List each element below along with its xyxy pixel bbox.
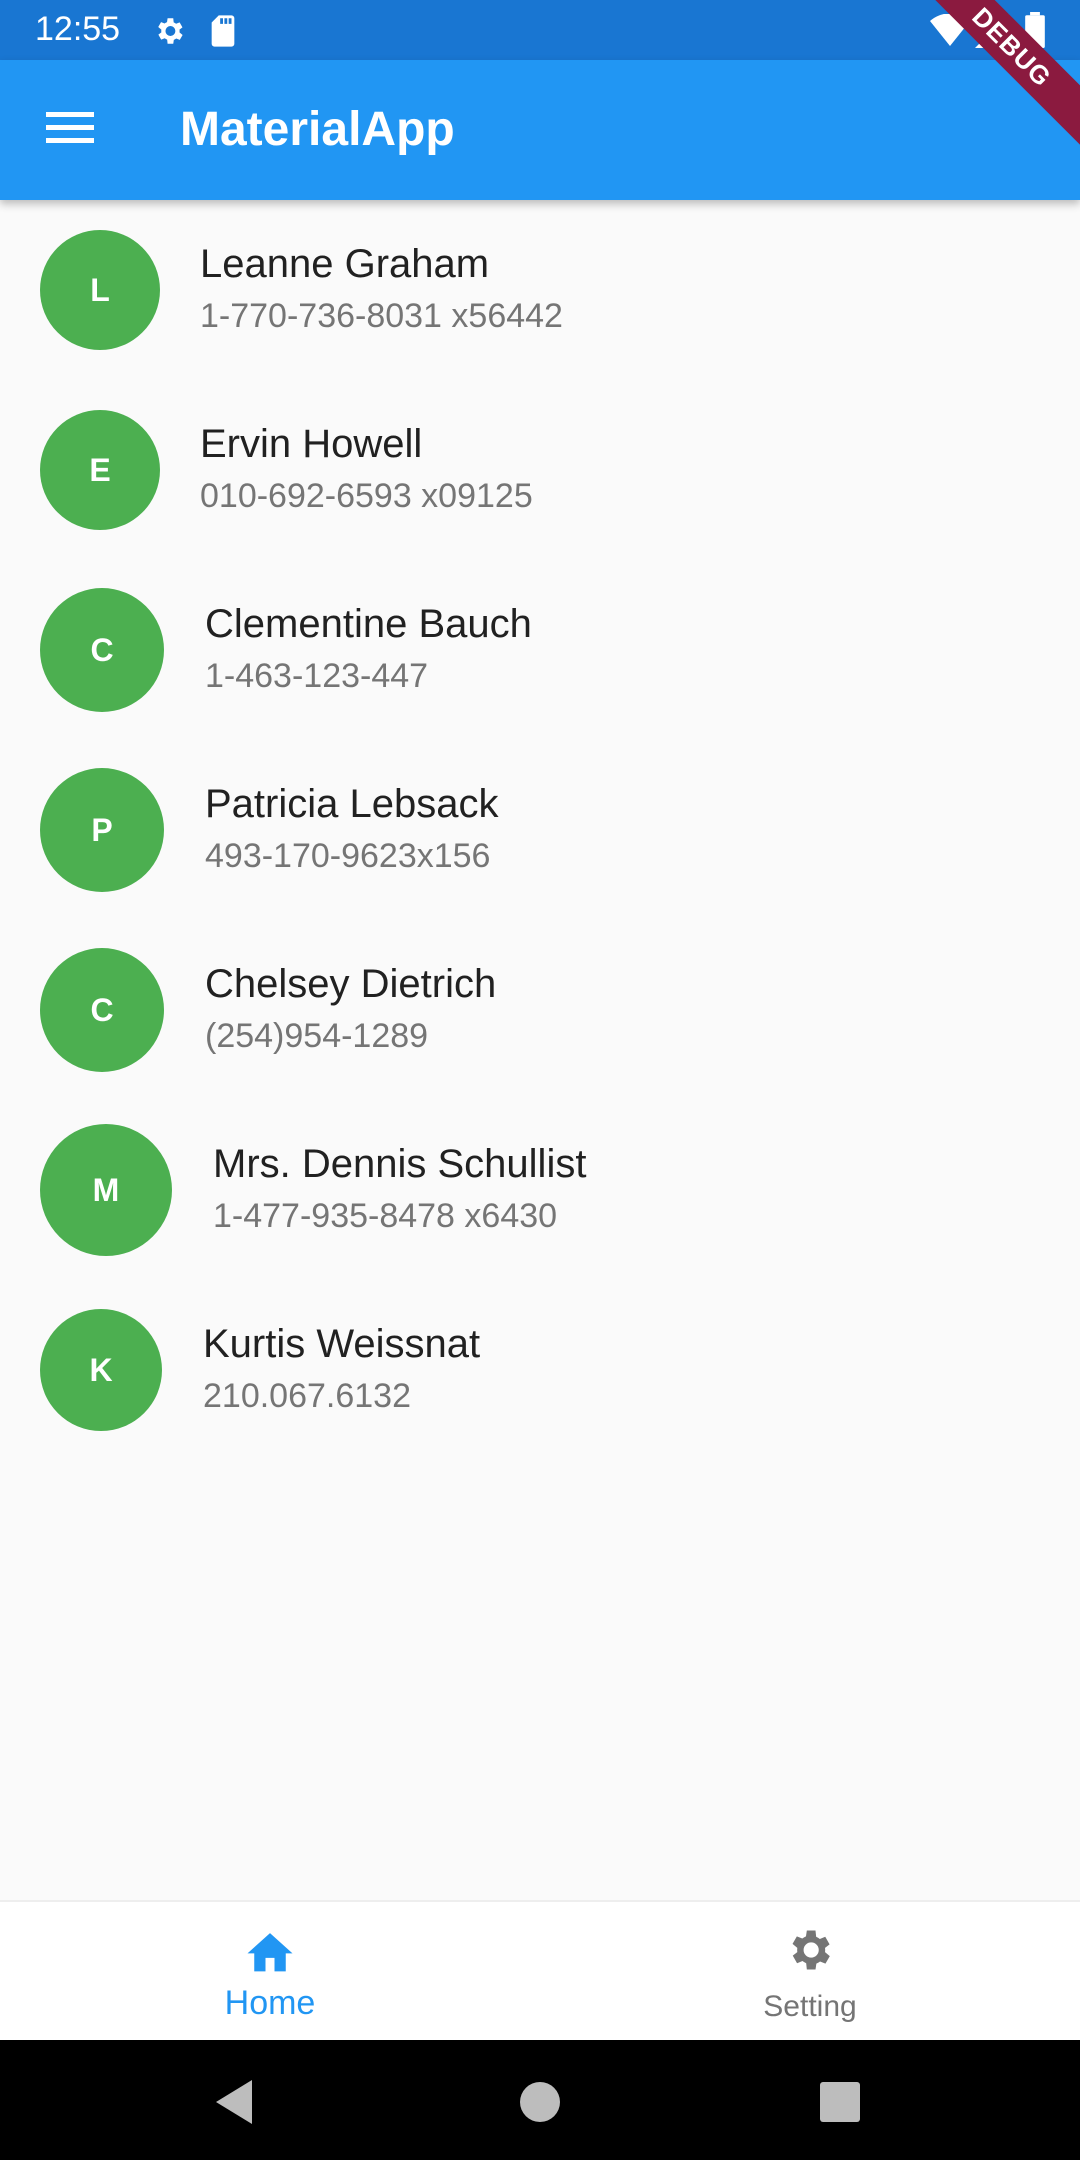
contact-phone: 1-770-736-8031 x56442: [200, 297, 563, 335]
page-title: MaterialApp: [180, 103, 455, 156]
recents-icon[interactable]: [820, 2082, 860, 2127]
contact-phone: 1-463-123-447: [205, 657, 429, 695]
menu-button[interactable]: [30, 90, 110, 170]
nav-label-setting: Setting: [763, 1990, 857, 2023]
nav-item-setting[interactable]: Setting: [540, 1902, 1080, 2042]
avatar: C: [40, 588, 164, 712]
avatar: P: [40, 768, 164, 892]
contact-name: Kurtis Weissnat: [203, 1322, 481, 1366]
back-icon[interactable]: [216, 2080, 256, 2129]
home-icon: [243, 1926, 297, 1979]
list-item[interactable]: K Kurtis Weissnat 210.067.6132: [0, 1280, 1080, 1460]
bottom-navigation: Home Setting: [0, 1900, 1080, 2040]
status-time: 12:55: [35, 10, 121, 48]
contact-phone: 210.067.6132: [203, 1377, 411, 1415]
contact-name: Mrs. Dennis Schullist: [213, 1142, 587, 1186]
avatar: E: [40, 410, 160, 530]
nav-label-home: Home: [224, 1984, 316, 2022]
list-item[interactable]: E Ervin Howell 010-692-6593 x09125: [0, 380, 1080, 560]
app-bar: MaterialApp: [0, 60, 1080, 200]
contact-phone: 493-170-9623x156: [205, 837, 491, 875]
system-navigation-bar: [0, 2040, 1080, 2160]
contact-name: Ervin Howell: [200, 422, 423, 466]
list-item[interactable]: M Mrs. Dennis Schullist 1-477-935-8478 x…: [0, 1100, 1080, 1280]
status-bar: 12:55: [0, 0, 1080, 60]
list-item[interactable]: P Patricia Lebsack 493-170-9623x156: [0, 740, 1080, 920]
contact-name: Chelsey Dietrich: [205, 962, 497, 1006]
sd-card-icon: [208, 14, 238, 53]
home-circle-icon[interactable]: [520, 2082, 560, 2127]
settings-icon: [152, 14, 186, 53]
contact-phone: (254)954-1289: [205, 1017, 429, 1055]
list-item[interactable]: L Leanne Graham 1-770-736-8031 x56442: [0, 200, 1080, 380]
contact-name: Leanne Graham: [200, 242, 490, 286]
nav-item-home[interactable]: Home: [0, 1902, 540, 2042]
contact-name: Clementine Bauch: [205, 602, 532, 646]
contact-name: Patricia Lebsack: [205, 782, 499, 826]
contact-phone: 010-692-6593 x09125: [200, 477, 533, 515]
list-item[interactable]: C Clementine Bauch 1-463-123-447: [0, 560, 1080, 740]
list-item[interactable]: C Chelsey Dietrich (254)954-1289: [0, 920, 1080, 1100]
contact-phone: 1-477-935-8478 x6430: [213, 1197, 558, 1235]
avatar: K: [40, 1309, 162, 1431]
avatar: L: [40, 230, 160, 350]
gear-icon: [783, 1924, 835, 1981]
menu-icon: [46, 110, 94, 151]
avatar: C: [40, 948, 164, 1072]
avatar: M: [40, 1124, 172, 1256]
